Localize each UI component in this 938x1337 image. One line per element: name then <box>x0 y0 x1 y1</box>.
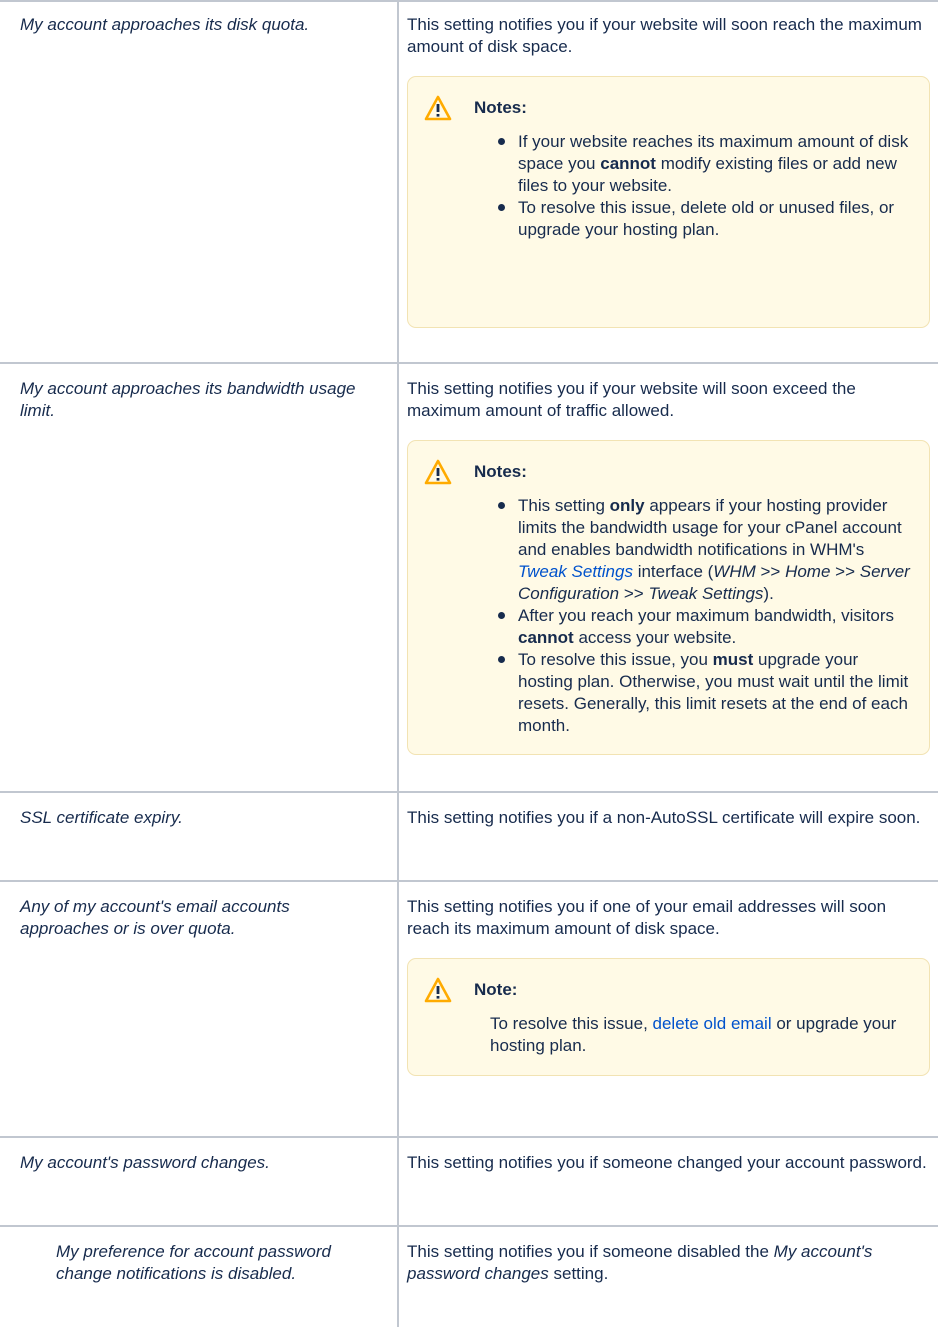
setting-cell: SSL certificate expiry. <box>0 792 399 882</box>
list-item: If your website reaches its maximum amou… <box>498 131 913 197</box>
list-item: After you reach your maximum bandwidth, … <box>498 605 913 649</box>
notification-settings-table: My account approaches its disk quota. Th… <box>0 0 938 1327</box>
warning-icon <box>424 459 452 485</box>
description-cell: This setting notifies you if someone cha… <box>398 1137 938 1227</box>
table-row: SSL certificate expiry. This setting not… <box>0 792 938 882</box>
description-cell: This setting notifies you if one of your… <box>398 881 938 1138</box>
notes-title: Notes: <box>474 98 527 117</box>
setting-description: This setting notifies you if your websit… <box>407 379 856 420</box>
setting-description: This setting notifies you if a non-AutoS… <box>407 808 921 827</box>
table-row: My account approaches its bandwidth usag… <box>0 363 938 793</box>
description-cell: This setting notifies you if someone dis… <box>398 1226 938 1327</box>
setting-name: My account's password changes. <box>20 1153 270 1172</box>
notes-list: If your website reaches its maximum amou… <box>490 131 913 241</box>
setting-cell: My account's password changes. <box>0 1137 399 1227</box>
table-row: Any of my account's email accounts appro… <box>0 881 938 1138</box>
list-item: To resolve this issue, you must upgrade … <box>498 649 913 737</box>
warning-icon <box>424 977 452 1003</box>
setting-description: This setting notifies you if someone dis… <box>407 1242 873 1283</box>
setting-description: This setting notifies you if one of your… <box>407 897 887 938</box>
description-cell: This setting notifies you if a non-AutoS… <box>398 792 938 882</box>
setting-name: My account approaches its bandwidth usag… <box>20 379 356 420</box>
tweak-settings-link[interactable]: Tweak Settings <box>518 562 633 581</box>
note-text: To resolve this issue, delete old email … <box>490 1014 897 1055</box>
setting-cell: My preference for account password chang… <box>0 1226 399 1327</box>
notes-list: This setting only appears if your hostin… <box>490 495 913 737</box>
setting-name: SSL certificate expiry. <box>20 808 183 827</box>
table-row: My preference for account password chang… <box>0 1226 938 1327</box>
setting-description: This setting notifies you if your websit… <box>407 15 922 56</box>
table-row: My account approaches its disk quota. Th… <box>0 0 938 364</box>
description-cell: This setting notifies you if your websit… <box>398 363 938 793</box>
notes-panel: Notes: This setting only appears if your… <box>407 440 930 755</box>
list-item: To resolve this issue, delete old or unu… <box>498 197 913 241</box>
note-panel: Note: To resolve this issue, delete old … <box>407 958 930 1076</box>
warning-icon <box>424 95 452 121</box>
setting-cell: My account approaches its bandwidth usag… <box>0 363 399 793</box>
notes-title: Notes: <box>474 462 527 481</box>
setting-name: My account approaches its disk quota. <box>20 15 310 34</box>
list-item: This setting only appears if your hostin… <box>498 495 913 605</box>
table-row: My account's password changes. This sett… <box>0 1137 938 1227</box>
delete-old-email-link[interactable]: delete old email <box>653 1014 772 1033</box>
note-title: Note: <box>474 980 518 999</box>
setting-cell: My account approaches its disk quota. <box>0 0 399 364</box>
description-cell: This setting notifies you if your websit… <box>398 0 938 364</box>
setting-name: My preference for account password chang… <box>56 1242 331 1283</box>
notes-panel: Notes: If your website reaches its maxim… <box>407 76 930 328</box>
setting-description: This setting notifies you if someone cha… <box>407 1153 927 1172</box>
setting-name: Any of my account's email accounts appro… <box>20 897 290 938</box>
setting-cell: Any of my account's email accounts appro… <box>0 881 399 1138</box>
